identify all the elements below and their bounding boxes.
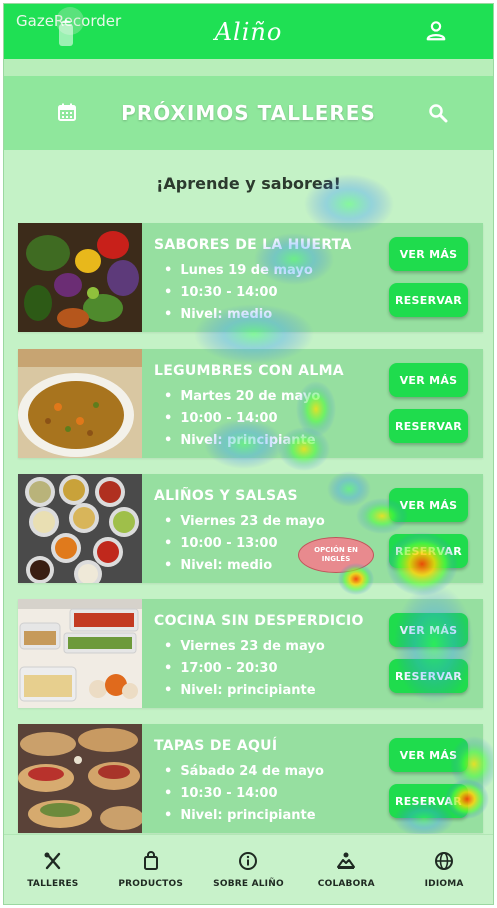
workshop-card: ALIÑOS Y SALSAS Viernes 23 de mayo 10:00… [18, 474, 483, 583]
utensils-icon [44, 852, 61, 869]
workshop-details: Lunes 19 de mayo 10:30 - 14:00 Nivel: me… [164, 260, 313, 326]
workshop-details: Viernes 23 de mayo 17:00 - 20:30 Nivel: … [164, 636, 325, 702]
workshop-time: 17:00 - 20:30 [164, 658, 325, 680]
workshop-time: 10:30 - 14:00 [164, 282, 313, 304]
shopping-bag-icon [143, 850, 158, 870]
reserve-button[interactable]: RESERVAR [389, 659, 468, 693]
globe-icon [435, 851, 454, 870]
sauces-image [18, 474, 142, 583]
workshop-date: Viernes 23 de mayo [164, 511, 324, 533]
nav-label: TALLERES [27, 878, 79, 889]
see-more-button[interactable]: VER MÁS [389, 363, 468, 397]
salt-shaker-icon [59, 19, 73, 46]
nav-label: IDIOMA [424, 878, 464, 889]
workshop-level: Nivel: principiante [164, 430, 320, 452]
nav-item-talleres[interactable]: TALLERES [4, 851, 102, 889]
workshop-card: TAPAS DE AQUÍ Sábado 24 de mayo 10:30 - … [18, 724, 483, 833]
nav-item-productos[interactable]: PRODUCTOS [102, 850, 200, 889]
workshop-card: LEGUMBRES CON ALMA Martes 20 de mayo 10:… [18, 349, 483, 458]
workshop-title: TAPAS DE AQUÍ [154, 738, 278, 754]
lentil-stew-image [18, 349, 142, 458]
bottom-navigation: TALLERES PRODUCTOS SOBRE ALIÑO COLABORA … [4, 834, 493, 904]
workshop-level: Nivel: medio [164, 304, 313, 326]
workshop-time: 10:30 - 14:00 [164, 783, 324, 805]
workshop-title: ALIÑOS Y SALSAS [154, 488, 298, 504]
reserve-button[interactable]: RESERVAR [389, 534, 468, 568]
workshop-card: SABORES DE LA HUERTA Lunes 19 de mayo 10… [18, 223, 483, 332]
nav-item-idioma[interactable]: IDIOMA [395, 851, 493, 889]
app-screen: Aliño GazeRecorder PRÓXIMOS TALLERES ¡Ap… [3, 3, 494, 905]
see-more-button[interactable]: VER MÁS [389, 237, 468, 271]
nav-label: COLABORA [317, 878, 375, 889]
nav-label: PRODUCTOS [118, 878, 184, 889]
workshop-card: COCINA SIN DESPERDICIO Viernes 23 de may… [18, 599, 483, 708]
workshop-date: Viernes 23 de mayo [164, 636, 324, 658]
section-title: PRÓXIMOS TALLERES [121, 101, 376, 125]
nav-label: SOBRE ALIÑO [213, 878, 284, 889]
see-more-button[interactable]: VER MÁS [389, 488, 468, 522]
reserve-button[interactable]: RESERVAR [389, 283, 468, 317]
info-icon [239, 851, 258, 870]
workshop-title: LEGUMBRES CON ALMA [154, 363, 344, 379]
workshop-title: SABORES DE LA HUERTA [154, 237, 352, 253]
workshop-level: Nivel: principiante [164, 680, 325, 702]
workshop-title: COCINA SIN DESPERDICIO [154, 613, 364, 629]
user-icon[interactable] [425, 20, 447, 42]
brand-logo[interactable]: Aliño [215, 18, 283, 46]
workshop-level: Nivel: principiante [164, 805, 324, 827]
handshake-icon [337, 852, 356, 869]
english-option-badge[interactable]: OPCIÓN EN INGLÉS [298, 537, 374, 573]
reserve-button[interactable]: RESERVAR [389, 784, 468, 818]
workshop-details: Martes 20 de mayo 10:00 - 14:00 Nivel: p… [164, 386, 320, 452]
nav-item-colabora[interactable]: COLABORA [297, 851, 395, 889]
see-more-button[interactable]: VER MÁS [389, 738, 468, 772]
workshop-details: Viernes 23 de mayo 10:00 - 13:00 Nivel: … [164, 511, 324, 577]
workshop-date: Sábado 24 de mayo [164, 761, 324, 783]
reserve-button[interactable]: RESERVAR [389, 409, 468, 443]
workshop-date: Martes 20 de mayo [164, 386, 320, 408]
header-divider [4, 59, 493, 76]
tagline: ¡Aprende y saborea! [156, 174, 341, 193]
workshop-time: 10:00 - 14:00 [164, 408, 320, 430]
calendar-icon[interactable] [58, 103, 76, 121]
nav-item-sobre[interactable]: SOBRE ALIÑO [200, 851, 298, 889]
vegetables-image [18, 223, 142, 332]
section-banner: PRÓXIMOS TALLERES [4, 76, 493, 150]
search-icon[interactable] [428, 103, 448, 123]
workshop-details: Sábado 24 de mayo 10:30 - 14:00 Nivel: p… [164, 761, 324, 827]
food-containers-image [18, 599, 142, 708]
workshop-date: Lunes 19 de mayo [164, 260, 312, 282]
tapas-image [18, 724, 142, 833]
see-more-button[interactable]: VER MÁS [389, 613, 468, 647]
